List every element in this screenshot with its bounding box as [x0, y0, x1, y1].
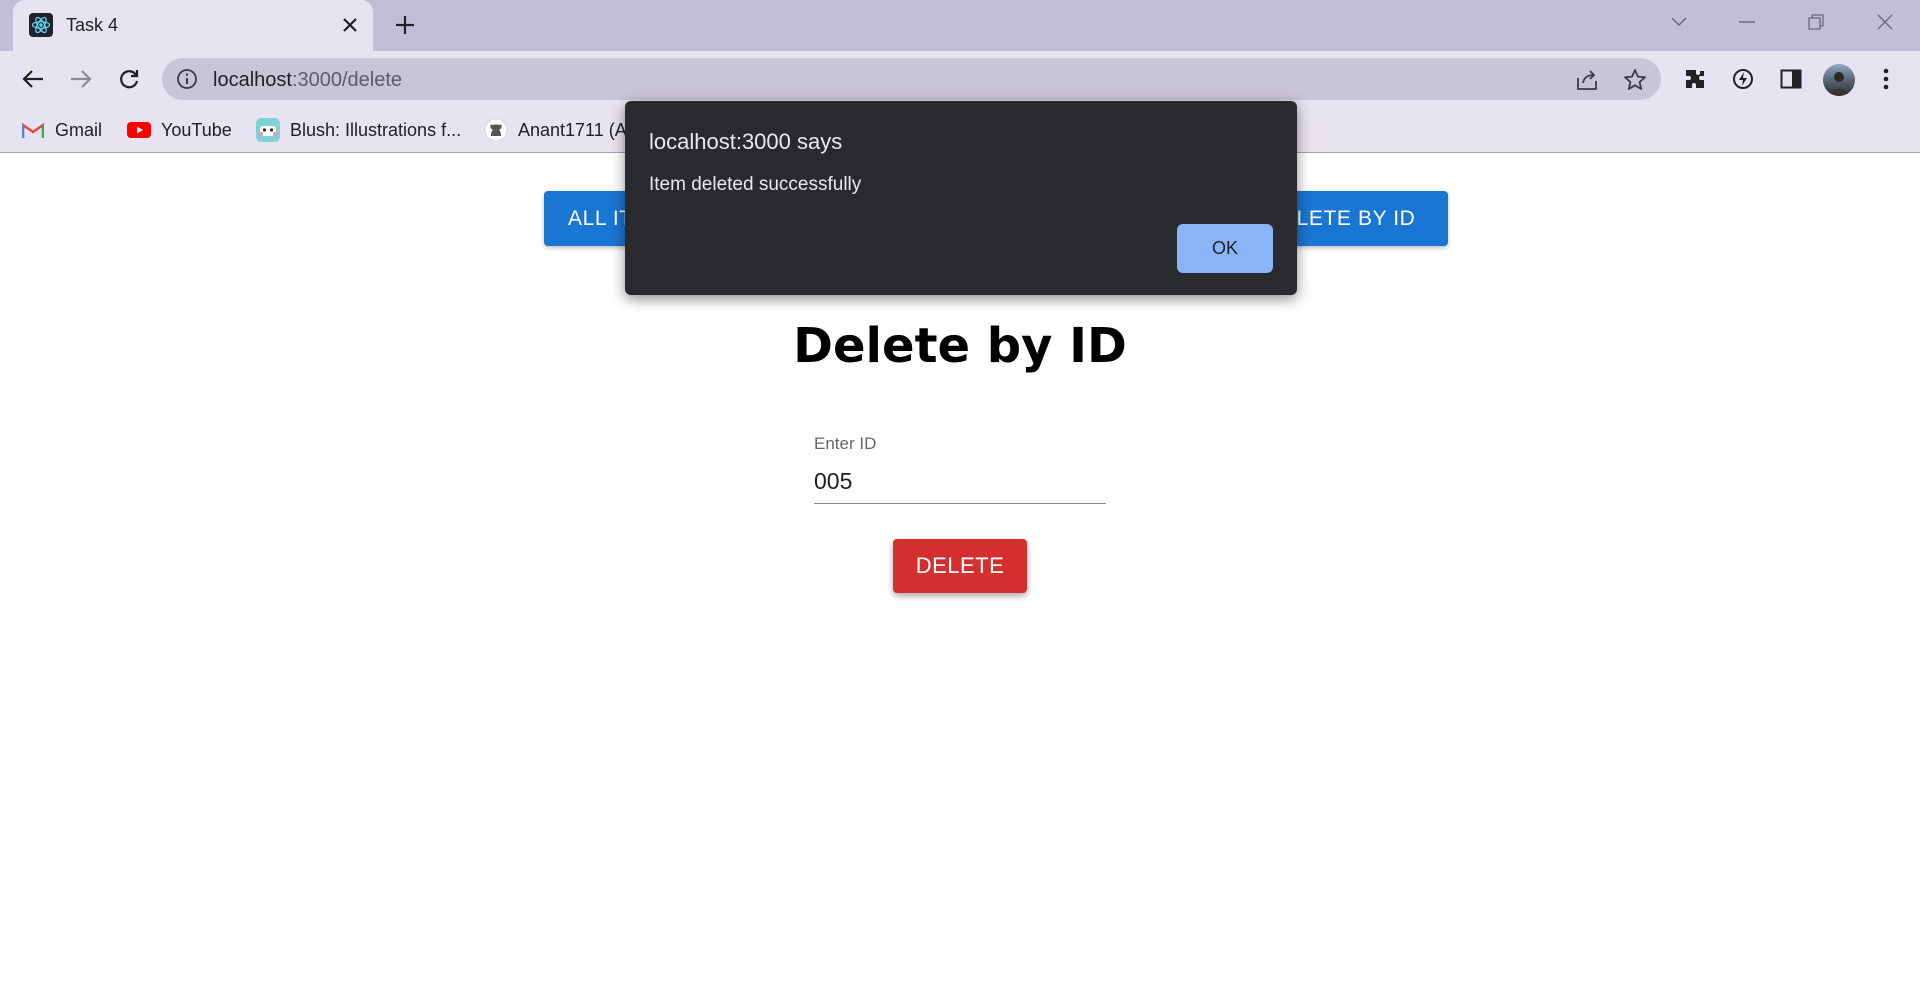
browser-tab[interactable]: Task 4	[13, 0, 373, 51]
id-input[interactable]	[814, 464, 1106, 504]
delete-by-id-nav-button[interactable]: ELETE BY ID	[1272, 191, 1448, 246]
side-panel-icon[interactable]	[1775, 63, 1807, 95]
dialog-message: Item deleted successfully	[649, 174, 862, 195]
bookmark-youtube[interactable]: YouTube	[127, 116, 232, 144]
bookmark-star-icon[interactable]	[1622, 67, 1648, 93]
delete-button[interactable]: DELETE	[893, 539, 1027, 593]
react-icon	[29, 13, 53, 37]
performance-icon[interactable]	[1727, 63, 1759, 95]
close-window-icon[interactable]	[1860, 4, 1910, 40]
profile-avatar[interactable]	[1823, 64, 1855, 96]
alert-dialog: localhost:3000 says Item deleted success…	[625, 101, 1297, 295]
reload-icon[interactable]	[111, 61, 147, 97]
id-field-label: Enter ID	[814, 434, 877, 453]
url-text[interactable]: localhost:3000/delete	[213, 69, 402, 92]
forward-icon[interactable]	[63, 61, 99, 97]
bookmark-gmail[interactable]: Gmail	[21, 116, 102, 144]
new-tab-icon[interactable]	[390, 10, 420, 40]
github-icon	[484, 118, 508, 142]
bookmark-label: YouTube	[161, 119, 232, 140]
bookmark-label: Anant1711 (A	[518, 119, 627, 140]
back-icon[interactable]	[15, 61, 51, 97]
browser-toolbar: localhost:3000/delete	[0, 51, 1920, 107]
site-info-icon[interactable]	[176, 68, 198, 90]
ok-button[interactable]: OK	[1177, 224, 1273, 273]
extensions-icon[interactable]	[1679, 63, 1711, 95]
close-tab-icon[interactable]	[335, 10, 365, 40]
page-title: Delete by ID	[793, 318, 1127, 374]
tab-search-icon[interactable]	[1654, 4, 1704, 40]
url-host: localhost	[213, 69, 292, 91]
url-path: :3000/delete	[291, 69, 403, 91]
dialog-title: localhost:3000 says	[649, 129, 843, 154]
bookmark-label: Blush: Illustrations f...	[290, 119, 462, 140]
bookmark-github[interactable]: Anant1711 (A	[484, 116, 627, 144]
share-icon[interactable]	[1574, 67, 1600, 93]
bookmark-blush[interactable]: Blush: Illustrations f...	[256, 116, 461, 144]
restore-icon[interactable]	[1791, 4, 1841, 40]
gmail-icon	[21, 118, 45, 142]
youtube-icon	[127, 118, 151, 142]
address-bar[interactable]: localhost:3000/delete	[162, 58, 1661, 100]
menu-kebab-icon[interactable]	[1870, 63, 1902, 95]
blush-icon	[256, 118, 280, 142]
minimize-icon[interactable]	[1722, 4, 1772, 40]
id-field: Enter ID	[814, 434, 1106, 504]
tab-strip: Task 4	[0, 0, 1920, 51]
bookmark-label: Gmail	[55, 119, 103, 140]
tab-title: Task 4	[66, 15, 119, 35]
